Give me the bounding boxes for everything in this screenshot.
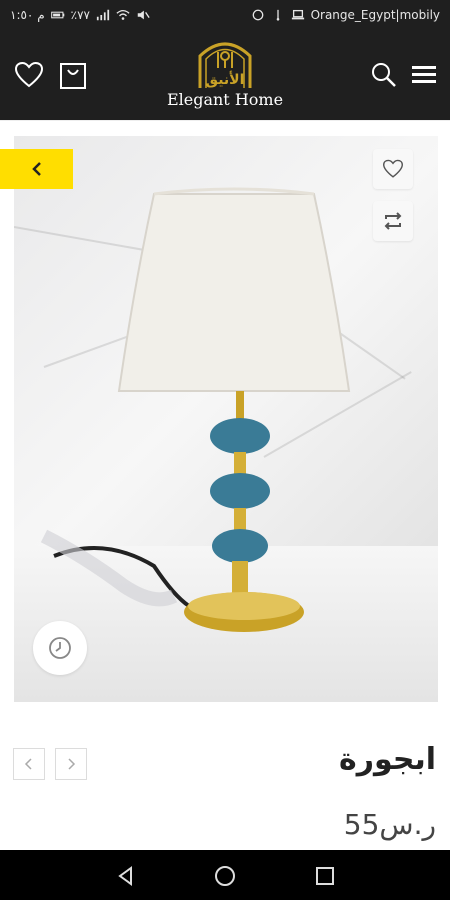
status-time: م ١:٥٠ (10, 8, 45, 22)
usb-icon (276, 9, 279, 21)
system-nav-bar (0, 850, 450, 900)
lamp-orb-top (210, 418, 270, 454)
back-button[interactable] (0, 149, 73, 189)
compare-button[interactable] (373, 201, 413, 241)
nav-home-button[interactable] (211, 862, 239, 890)
nav-back-button[interactable] (112, 862, 140, 890)
store-logo[interactable]: الأنيق Elegant Home (165, 34, 285, 116)
menu-button[interactable] (404, 55, 444, 95)
clock-icon (49, 637, 71, 659)
chevron-left-icon (24, 758, 32, 770)
chevron-left-icon (31, 162, 41, 176)
signal-icon (96, 9, 110, 21)
wifi-icon (116, 9, 130, 20)
search-icon (372, 63, 396, 87)
circle-home-icon (215, 866, 235, 886)
battery-icon (50, 11, 64, 19)
history-button[interactable] (33, 621, 87, 675)
laptop-icon (291, 9, 304, 20)
add-to-wishlist-button[interactable] (373, 149, 413, 189)
status-left: م ١:٥٠ ٪٧٧ (10, 8, 150, 22)
nav-recents-button[interactable] (311, 862, 339, 890)
mute-icon (137, 10, 150, 20)
brand-name: Elegant Home (166, 90, 284, 109)
square-recents-icon (316, 867, 334, 885)
lamp-orb-middle (210, 473, 270, 509)
carrier-name: Orange_Egypt|mobily (310, 8, 440, 22)
lamp-orb-bottom (212, 529, 268, 563)
compare-icon (384, 212, 402, 230)
product-title: ابجورة (339, 742, 436, 777)
wishlist-button[interactable] (9, 55, 49, 95)
chevron-right-icon (68, 758, 76, 770)
header-divider (0, 120, 450, 121)
triangle-back-icon (118, 866, 132, 886)
app-header: الأنيق Elegant Home (0, 30, 450, 120)
logo-arabic-text: الأنيق (206, 71, 245, 88)
status-bar: م ١:٥٠ ٪٧٧ Orange_Egypt|mobily (0, 0, 450, 30)
whatsapp-icon (252, 9, 263, 21)
cart-button[interactable] (53, 55, 93, 95)
product-price: ر.س55 (343, 808, 436, 841)
next-product-button[interactable] (55, 748, 87, 780)
bag-icon (60, 63, 86, 89)
menu-icon (412, 66, 436, 83)
search-button[interactable] (364, 55, 404, 95)
lamp-stem (236, 391, 244, 421)
battery-percent: ٪٧٧ (70, 8, 90, 22)
heart-icon (382, 159, 404, 178)
logo-emblem: الأنيق (198, 42, 252, 88)
lamp-shade (117, 193, 351, 392)
previous-product-button[interactable] (13, 748, 45, 780)
heart-icon (14, 61, 44, 88)
status-right: Orange_Egypt|mobily (251, 8, 440, 22)
